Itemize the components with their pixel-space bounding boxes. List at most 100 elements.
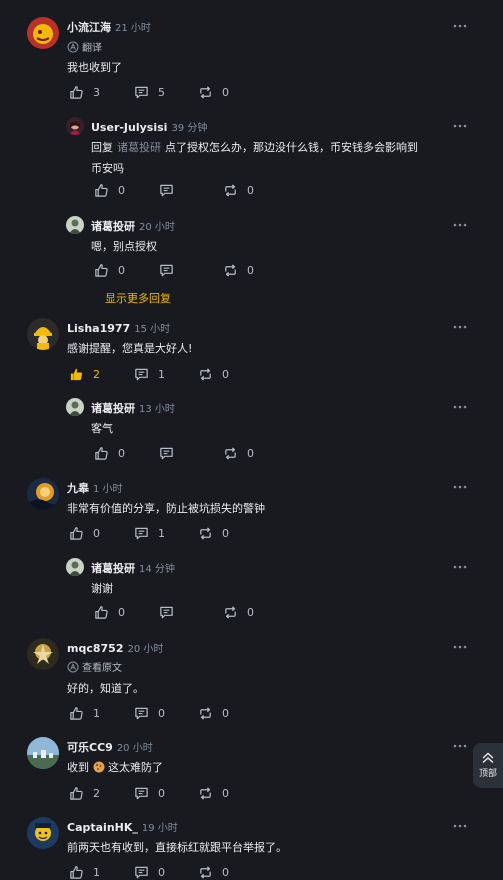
username[interactable]: mqc8752 20 小时 — [67, 640, 163, 655]
like-button[interactable]: 2 — [69, 367, 100, 382]
more-options-icon[interactable] — [452, 322, 468, 332]
username-text[interactable]: 九皋 — [67, 482, 89, 495]
repost-button[interactable]: 0 — [198, 786, 229, 801]
reply-button[interactable]: 0 — [134, 865, 165, 880]
comment-icon — [134, 85, 149, 100]
comment-icon — [134, 526, 149, 541]
reply-button[interactable] — [159, 183, 174, 198]
repost-icon — [198, 865, 213, 880]
username-text[interactable]: mqc8752 — [67, 642, 123, 655]
more-options-icon[interactable] — [452, 482, 468, 492]
more-options-icon[interactable] — [452, 642, 468, 652]
repost-button[interactable]: 0 — [198, 367, 229, 382]
repost-button[interactable]: 0 — [198, 85, 229, 100]
more-options-icon[interactable] — [452, 121, 468, 131]
timestamp: 13 小时 — [139, 404, 175, 415]
username[interactable]: Lisha1977 15 小时 — [67, 320, 170, 335]
username-text[interactable]: CaptainHK_ — [67, 821, 138, 834]
repost-button[interactable]: 0 — [223, 263, 254, 278]
view-original-button[interactable]: 查看原文 — [67, 659, 122, 674]
reply-button[interactable] — [159, 446, 174, 461]
avatar[interactable] — [66, 216, 84, 234]
username-text[interactable]: User-Julysisi — [91, 121, 167, 134]
comment-icon — [134, 865, 149, 880]
view-original-label: 查看原文 — [82, 663, 122, 674]
avatar[interactable] — [27, 17, 59, 49]
more-options-icon[interactable] — [452, 21, 468, 31]
reply-button[interactable]: 5 — [134, 85, 165, 100]
thumbs-up-icon — [94, 263, 109, 278]
like-button[interactable]: 0 — [69, 526, 100, 541]
repost-button[interactable]: 0 — [223, 446, 254, 461]
username-text[interactable]: Lisha1977 — [67, 322, 130, 335]
more-options-icon[interactable] — [452, 821, 468, 831]
username[interactable]: 九皋 1 小时 — [67, 480, 123, 496]
username-text[interactable]: 诸葛投研 — [91, 220, 135, 233]
like-button[interactable]: 3 — [69, 85, 100, 100]
username-text[interactable]: 诸葛投研 — [91, 562, 135, 575]
show-more-replies-link[interactable]: 显示更多回复 — [105, 290, 171, 306]
like-button[interactable]: 0 — [94, 446, 125, 461]
reply-button[interactable] — [159, 605, 174, 620]
avatar[interactable] — [27, 318, 59, 350]
reply-button[interactable]: 0 — [134, 786, 165, 801]
avatar[interactable] — [27, 817, 59, 849]
comment-text: 好的，知道了。 — [67, 682, 144, 695]
translate-button[interactable]: 翻译 — [67, 39, 102, 54]
like-button[interactable]: 1 — [69, 706, 100, 721]
repost-button[interactable]: 0 — [198, 706, 229, 721]
like-button[interactable]: 0 — [94, 605, 125, 620]
reply-button[interactable]: 1 — [134, 526, 165, 541]
thumbs-up-icon — [94, 183, 109, 198]
reply-button[interactable]: 0 — [134, 706, 165, 721]
repost-button[interactable]: 0 — [223, 605, 254, 620]
like-count: 2 — [93, 368, 100, 381]
back-to-top-button[interactable]: 顶部 — [473, 743, 503, 788]
more-options-icon[interactable] — [452, 562, 468, 572]
more-options-icon[interactable] — [452, 220, 468, 230]
comment-icon — [134, 367, 149, 382]
avatar[interactable] — [27, 478, 59, 510]
more-options-icon[interactable] — [452, 741, 468, 751]
like-button[interactable]: 1 — [69, 865, 100, 880]
avatar[interactable] — [66, 117, 84, 135]
thumbs-up-filled-icon — [69, 367, 84, 382]
repost-icon — [198, 786, 213, 801]
repost-icon — [198, 526, 213, 541]
comment-icon — [159, 605, 174, 620]
more-options-icon[interactable] — [452, 402, 468, 412]
username[interactable]: 诸葛投研 14 分钟 — [91, 560, 175, 576]
avatar[interactable] — [66, 398, 84, 416]
username[interactable]: 诸葛投研 13 小时 — [91, 400, 175, 416]
like-button[interactable]: 0 — [94, 263, 125, 278]
username[interactable]: 可乐CC9 20 小时 — [67, 739, 153, 755]
like-button[interactable]: 0 — [94, 183, 125, 198]
avatar[interactable] — [66, 558, 84, 576]
reply-button[interactable] — [159, 263, 174, 278]
username-text[interactable]: 小流江海 — [67, 21, 111, 34]
username[interactable]: User-Julysisi 39 分钟 — [91, 119, 207, 134]
comment-text-line2: 币安吗 — [91, 162, 124, 175]
comment-text: 非常有价值的分享，防止被坑损失的警钟 — [67, 502, 265, 515]
username-text[interactable]: 可乐CC9 — [67, 741, 113, 754]
reply-to-username[interactable]: 诸葛投研 — [117, 141, 161, 154]
repost-button[interactable]: 0 — [198, 865, 229, 880]
repost-icon — [198, 367, 213, 382]
avatar[interactable] — [27, 638, 59, 670]
repost-button[interactable]: 0 — [223, 183, 254, 198]
comment-text: 收到 这太难防了 — [67, 757, 163, 778]
like-count: 1 — [93, 866, 100, 879]
reply-button[interactable]: 1 — [134, 367, 165, 382]
avatar[interactable] — [27, 737, 59, 769]
like-button[interactable]: 2 — [69, 786, 100, 801]
username[interactable]: CaptainHK_ 19 小时 — [67, 819, 178, 834]
username-text[interactable]: 诸葛投研 — [91, 402, 135, 415]
repost-count: 0 — [222, 86, 229, 99]
repost-button[interactable]: 0 — [198, 526, 229, 541]
username[interactable]: 小流江海 21 小时 — [67, 19, 151, 35]
username[interactable]: 诸葛投研 20 小时 — [91, 218, 175, 234]
reply-count: 0 — [158, 866, 165, 879]
cookie-emoji-icon — [93, 761, 104, 773]
repost-count: 0 — [247, 447, 254, 460]
repost-count: 0 — [247, 264, 254, 277]
